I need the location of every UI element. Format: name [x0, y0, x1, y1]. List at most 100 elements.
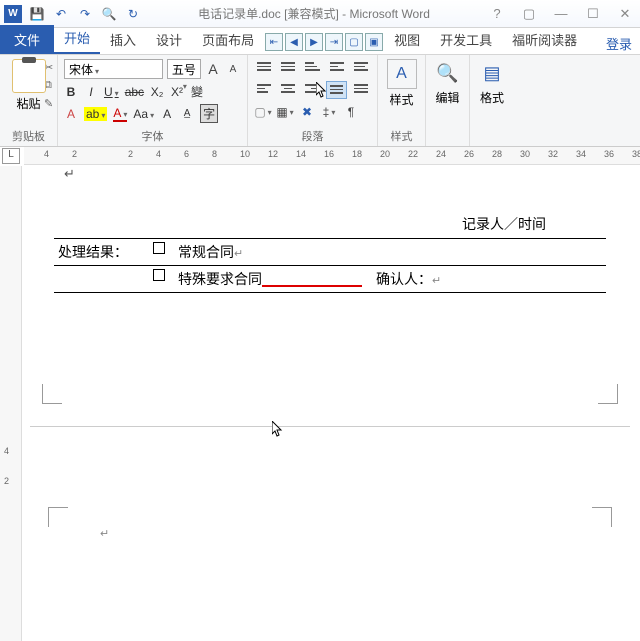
result-table: 处理结果： 常规合同↵ 特殊要求合同 确认人：↵	[54, 238, 606, 293]
minimize-button[interactable]: —	[550, 6, 572, 22]
group-font: 宋体 五号 A A B I U abc X₂ X² 變 A ab A Aa A …	[58, 55, 248, 146]
refresh-icon[interactable]: ↻	[124, 5, 142, 23]
quick-access-toolbar: W 💾 ↶ ↷ 🔍 ↻	[4, 5, 142, 23]
tab-home[interactable]: 开始	[54, 23, 100, 54]
nav-prev-icon[interactable]: ◀	[285, 33, 303, 51]
ruler-mark: 10	[240, 149, 250, 159]
sort-icon[interactable]: ✖	[298, 103, 316, 121]
undo-icon[interactable]: ↶	[52, 5, 70, 23]
find-icon[interactable]: 🔍	[434, 59, 462, 87]
group-styles: A 样式 样式	[378, 55, 426, 146]
italic-button[interactable]: I	[84, 85, 98, 99]
format-painter-icon[interactable]: ✎	[44, 97, 58, 111]
shrink-font-icon[interactable]: A	[225, 60, 241, 78]
editing-label[interactable]: 编辑	[435, 89, 459, 106]
borders-icon[interactable]: ▦	[276, 103, 294, 121]
page-1: ↵ 记录人／时间 处理结果： 常规合同↵ 特殊要求合同 确认人：↵	[30, 166, 630, 293]
grow-font-icon[interactable]: A	[205, 60, 221, 78]
highlight-color-icon[interactable]: ab	[84, 107, 107, 121]
bold-button[interactable]: B	[64, 85, 78, 99]
increase-indent-icon[interactable]	[351, 59, 371, 77]
ruler-mark: 14	[296, 149, 306, 159]
contract-cell: 常规合同↵	[174, 239, 606, 266]
footer-paragraph-mark: ↵	[100, 527, 109, 540]
ruler-mark: 4	[156, 149, 161, 159]
enclose-char-icon[interactable]: 字	[200, 104, 218, 123]
tab-file[interactable]: 文件	[0, 25, 54, 54]
ruler-mark: 4	[44, 149, 49, 159]
styles-gallery-icon[interactable]: A	[387, 59, 417, 89]
maximize-button[interactable]: ☐	[582, 6, 604, 22]
line-spacing-icon[interactable]: ‡	[320, 103, 338, 121]
tab-design[interactable]: 设计	[146, 25, 192, 54]
char-border-icon[interactable]: A	[160, 107, 174, 121]
paragraph-group-label: 段落	[254, 126, 371, 144]
change-case-icon[interactable]: Aa	[133, 107, 154, 121]
checkbox-icon[interactable]	[153, 242, 165, 254]
text-effects-icon[interactable]: A	[64, 107, 78, 121]
bullets-icon[interactable]	[254, 59, 274, 77]
tab-insert[interactable]: 插入	[100, 25, 146, 54]
shading-icon[interactable]: ▢	[254, 103, 272, 121]
page-2: ↵	[30, 426, 630, 641]
ruler-mark: 38	[632, 149, 640, 159]
help-icon[interactable]: ?	[486, 6, 508, 22]
tab-page-layout[interactable]: 页面布局	[192, 25, 264, 54]
save-icon[interactable]: 💾	[28, 5, 46, 23]
table-row: 特殊要求合同 确认人：↵	[54, 266, 606, 293]
numbering-icon[interactable]	[278, 59, 298, 77]
ruler-mark: 8	[212, 149, 217, 159]
ruler-mark: 24	[436, 149, 446, 159]
ruler-mark: 2	[72, 149, 77, 159]
ruler-mark: 26	[464, 149, 474, 159]
nav-first-icon[interactable]: ⇤	[265, 33, 283, 51]
document-area[interactable]: ↵ 记录人／时间 处理结果： 常规合同↵ 特殊要求合同 确认人：↵	[24, 166, 636, 641]
close-button[interactable]: ✕	[614, 6, 636, 22]
sign-in-link[interactable]: 登录	[606, 34, 632, 53]
print-preview-icon[interactable]: 🔍	[100, 5, 118, 23]
font-size-select[interactable]: 五号	[167, 59, 201, 79]
align-left-icon[interactable]	[254, 81, 274, 99]
cut-icon[interactable]: ✂	[44, 61, 58, 75]
nav-last-icon[interactable]: ⇥	[325, 33, 343, 51]
ruler-mark: 20	[380, 149, 390, 159]
paste-icon[interactable]	[12, 59, 46, 93]
group-format: ▤ 格式	[470, 55, 514, 146]
ruler-mark: 16	[324, 149, 334, 159]
superscript-button[interactable]: X²	[170, 85, 184, 99]
font-name-select[interactable]: 宋体	[64, 59, 163, 79]
ribbon: ✂ ⧉ ✎ 粘贴 剪贴板 宋体 五号 A A B I U abc X₂ X² 變…	[0, 55, 640, 147]
nav-box1-icon[interactable]: ▢	[345, 33, 363, 51]
format-label[interactable]: 格式	[480, 89, 504, 106]
underline-button[interactable]: U	[104, 85, 119, 99]
tab-developer[interactable]: 开发工具	[430, 25, 502, 54]
subscript-button[interactable]: X₂	[150, 85, 164, 99]
styles-label[interactable]: 样式	[389, 91, 413, 108]
redo-icon[interactable]: ↷	[76, 5, 94, 23]
checkbox-cell	[144, 266, 174, 293]
ribbon-options-icon[interactable]: ▢	[518, 6, 540, 22]
horizontal-ruler[interactable]: 422468101214161820222426283032343638	[24, 147, 640, 165]
nav-next-icon[interactable]: ▶	[305, 33, 323, 51]
vertical-ruler[interactable]: 4 2	[0, 166, 22, 641]
font-color-icon[interactable]: A	[113, 106, 127, 122]
phonetic-guide-icon[interactable]: 變	[190, 83, 204, 100]
char-shading-icon[interactable]: A̲	[180, 108, 194, 119]
checkbox-icon[interactable]	[153, 269, 165, 281]
tab-view[interactable]: 视图	[384, 25, 430, 54]
distributed-icon[interactable]	[351, 81, 371, 99]
align-center-icon[interactable]	[278, 81, 298, 99]
copy-icon[interactable]: ⧉	[44, 79, 58, 93]
paste-label[interactable]: 粘贴	[16, 95, 40, 112]
tab-selector[interactable]: L	[2, 148, 20, 164]
decrease-indent-icon[interactable]	[327, 59, 347, 77]
clipboard-group-label: 剪贴板	[12, 126, 45, 144]
align-justify-icon[interactable]	[326, 81, 346, 99]
strikethrough-button[interactable]: abc	[125, 85, 144, 99]
show-marks-icon[interactable]: ¶	[342, 103, 360, 121]
format-icon[interactable]: ▤	[478, 59, 506, 87]
tab-foxit[interactable]: 福昕阅读器	[502, 25, 587, 54]
multilevel-list-icon[interactable]	[302, 59, 322, 77]
checkbox-cell	[144, 239, 174, 266]
nav-box2-icon[interactable]: ▣	[365, 33, 383, 51]
